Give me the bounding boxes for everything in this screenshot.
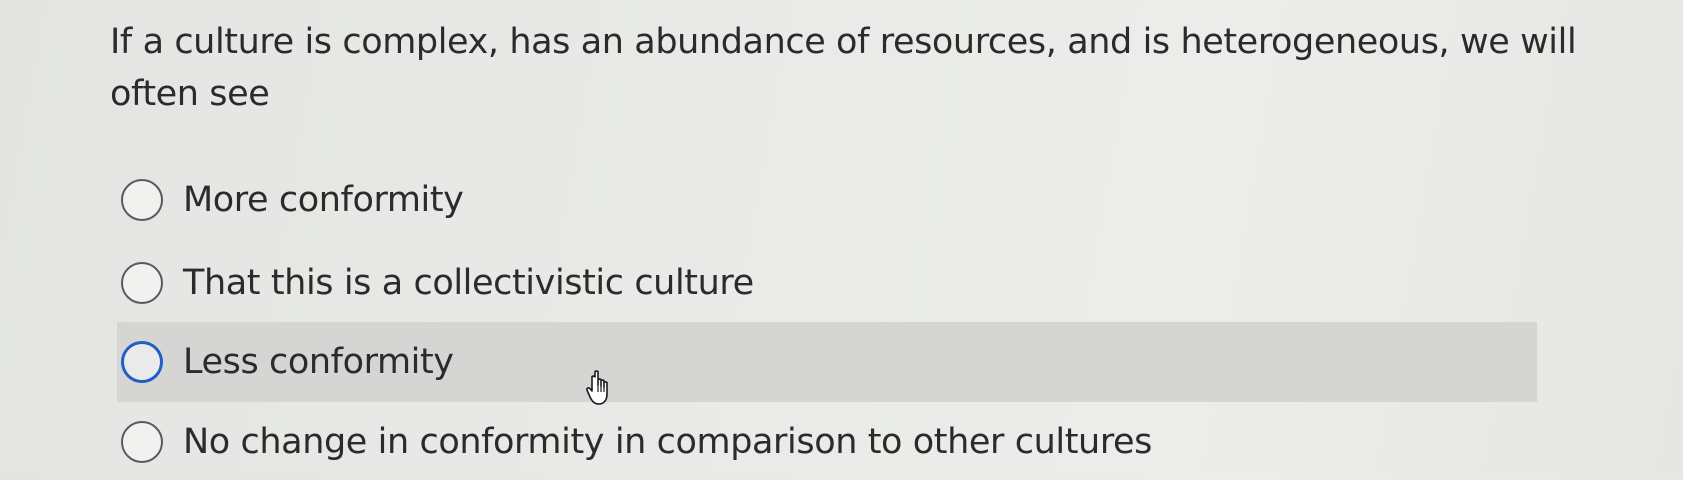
answer-options: More conformity That this is a collectiv… bbox=[0, 0, 1683, 473]
hand-pointer-icon bbox=[586, 370, 608, 405]
option-label: No change in conformity in comparison to… bbox=[183, 422, 1153, 462]
option-label: More conformity bbox=[183, 180, 464, 220]
radio-button[interactable] bbox=[121, 262, 163, 304]
option-collectivistic-culture[interactable]: That this is a collectivistic culture bbox=[117, 245, 754, 321]
option-less-conformity[interactable]: Less conformity bbox=[117, 322, 1537, 402]
option-no-change[interactable]: No change in conformity in comparison to… bbox=[117, 404, 1152, 480]
radio-button[interactable] bbox=[121, 421, 163, 463]
radio-button[interactable] bbox=[121, 341, 163, 383]
option-more-conformity[interactable]: More conformity bbox=[117, 162, 464, 238]
radio-button[interactable] bbox=[121, 179, 163, 221]
option-label: Less conformity bbox=[183, 342, 454, 382]
option-label: That this is a collectivistic culture bbox=[183, 263, 754, 303]
